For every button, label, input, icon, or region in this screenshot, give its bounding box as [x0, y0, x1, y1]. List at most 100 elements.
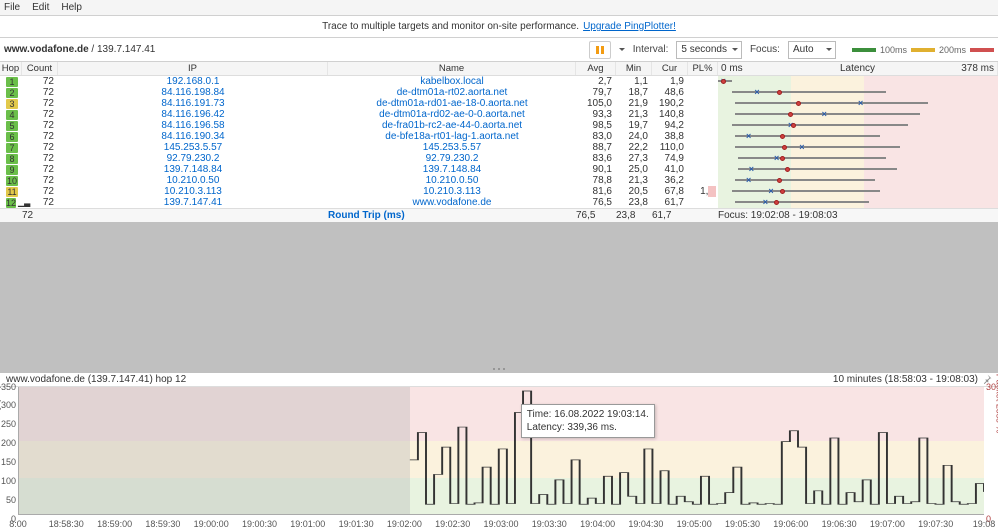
- cell-count: 72: [22, 197, 58, 208]
- x-tick: 18:59:30: [145, 519, 180, 529]
- cell-ip[interactable]: 84.116.196.42: [161, 109, 224, 120]
- cell-name[interactable]: 10.210.3.113: [423, 186, 481, 197]
- hop-badge: 6: [6, 132, 18, 142]
- cell-latency: ×: [718, 87, 998, 98]
- col-avg[interactable]: Avg: [576, 62, 616, 75]
- plot-area[interactable]: Time: 16.08.2022 19:03:14.Latency: 339,3…: [18, 387, 984, 516]
- x-axis: 8:0018:58:3018:59:0018:59:3019:00:0019:0…: [18, 515, 984, 529]
- cell-name[interactable]: 139.7.148.84: [423, 164, 481, 175]
- interval-label: Interval:: [633, 44, 669, 55]
- lat-cur-marker: ×: [754, 89, 759, 96]
- y-tick: 200: [1, 438, 16, 448]
- cell-ip[interactable]: 139.7.148.84: [164, 164, 222, 175]
- cell-name[interactable]: 92.79.230.2: [426, 153, 479, 164]
- table-row[interactable]: 27284.116.198.84de-dtm01a-rt02.aorta.net…: [0, 87, 998, 98]
- col-name[interactable]: Name: [328, 62, 576, 75]
- cell-ip[interactable]: 84.116.191.73: [161, 98, 224, 109]
- cell-avg: 105,0: [576, 98, 616, 109]
- cell-avg: 90,1: [576, 164, 616, 175]
- cell-ip[interactable]: 145.253.5.57: [164, 142, 222, 153]
- lat-cur-marker: ×: [799, 144, 804, 151]
- cell-name[interactable]: de-bfe18a-rt01-lag-1.aorta.net: [385, 131, 518, 142]
- table-row[interactable]: 772145.253.5.57145.253.5.5788,722,2110,0…: [0, 142, 998, 153]
- cell-ip[interactable]: 139.7.147.41: [164, 197, 222, 208]
- menu-help[interactable]: Help: [61, 2, 82, 13]
- cell-name[interactable]: www.vodafone.de: [413, 197, 492, 208]
- cell-name[interactable]: kabelbox.local: [420, 76, 483, 87]
- hop-badge: 8: [6, 154, 18, 164]
- table-row[interactable]: 972139.7.148.84139.7.148.8490,125,041,0×: [0, 164, 998, 175]
- cell-latency: ×: [718, 197, 998, 208]
- cell-ip[interactable]: 84.116.196.58: [161, 120, 224, 131]
- footer-cur: 61,7: [652, 210, 688, 221]
- dropdown-icon[interactable]: [619, 48, 625, 54]
- cell-name[interactable]: de-dtm01a-rd01-ae-18-0.aorta.net: [376, 98, 527, 109]
- col-latency[interactable]: Latency 0 ms378 ms: [718, 62, 998, 75]
- cell-pl: [688, 131, 718, 142]
- pause-button[interactable]: [589, 41, 611, 59]
- table-row[interactable]: 57284.116.196.58de-fra01b-rc2-ae-44-0.ao…: [0, 120, 998, 131]
- table-row[interactable]: 67284.116.190.34de-bfe18a-rt01-lag-1.aor…: [0, 131, 998, 142]
- hop-badge: 1: [6, 77, 18, 87]
- cell-min: 1,1: [616, 76, 652, 87]
- cell-ip[interactable]: 10.210.0.50: [167, 175, 220, 186]
- cell-name[interactable]: 10.210.0.50: [426, 175, 479, 186]
- cell-name[interactable]: 145.253.5.57: [423, 142, 481, 153]
- col-min[interactable]: Min: [616, 62, 652, 75]
- cell-count: 72: [22, 186, 58, 197]
- target-ip: 139.7.147.41: [97, 44, 155, 55]
- cell-avg: 83,6: [576, 153, 616, 164]
- target-toolbar: www.vodafone.de / 139.7.147.41 Interval:…: [0, 38, 998, 62]
- cell-count: 72: [22, 87, 58, 98]
- table-row[interactable]: 172192.168.0.1kabelbox.local2,71,11,9×: [0, 76, 998, 87]
- col-count[interactable]: Count: [22, 62, 58, 75]
- col-pl[interactable]: PL%: [688, 62, 718, 75]
- cell-avg: 76,5: [576, 197, 616, 208]
- lat-cur-marker: ×: [763, 199, 768, 206]
- chart-header: www.vodafone.de (139.7.147.41) hop 12 10…: [0, 373, 998, 387]
- splitter-handle[interactable]: [0, 365, 998, 373]
- spacer: [0, 222, 998, 365]
- menu-file[interactable]: File: [4, 2, 20, 13]
- table-row[interactable]: 117210.210.3.11310.210.3.11381,620,567,8…: [0, 186, 998, 197]
- lat-cur-marker: ×: [746, 133, 751, 140]
- cell-cur: 38,8: [652, 131, 688, 142]
- table-row[interactable]: 87292.79.230.292.79.230.283,627,374,9×: [0, 153, 998, 164]
- upgrade-link[interactable]: Upgrade PingPlotter!: [583, 21, 676, 32]
- footer-avg: 76,5: [576, 210, 616, 221]
- cell-ip[interactable]: 92.79.230.2: [167, 153, 220, 164]
- cell-name[interactable]: de-fra01b-rc2-ae-44-0.aorta.net: [382, 120, 522, 131]
- hop-badge: 9: [6, 165, 18, 175]
- cell-ip[interactable]: 192.168.0.1: [167, 76, 220, 87]
- cell-name[interactable]: de-dtm01a-rd02-ae-0-0.aorta.net: [379, 109, 525, 120]
- table-row[interactable]: 47284.116.196.42de-dtm01a-rd02-ae-0-0.ao…: [0, 109, 998, 120]
- cell-count: 72: [22, 76, 58, 87]
- cell-cur: 67,8: [652, 186, 688, 197]
- x-tick: 19:03:30: [532, 519, 567, 529]
- lat-bar: [735, 135, 881, 137]
- cell-min: 18,7: [616, 87, 652, 98]
- cell-ip[interactable]: 84.116.190.34: [161, 131, 224, 142]
- menu-edit[interactable]: Edit: [32, 2, 49, 13]
- cell-name[interactable]: de-dtm01a-rt02.aorta.net: [397, 87, 508, 98]
- col-ip[interactable]: IP: [58, 62, 328, 75]
- col-hop[interactable]: Hop: [0, 62, 22, 75]
- hop-badge: 7: [6, 143, 18, 153]
- cell-ip[interactable]: 84.116.198.84: [161, 87, 224, 98]
- footer-focus: Focus: 19:02:08 - 19:08:03: [718, 210, 838, 221]
- cell-cur: 41,0: [652, 164, 688, 175]
- focus-select[interactable]: Auto: [788, 41, 836, 59]
- cell-ip[interactable]: 10.210.3.113: [164, 186, 222, 197]
- target-display: www.vodafone.de / 139.7.147.41: [4, 44, 581, 55]
- cell-count: 72: [22, 98, 58, 109]
- x-tick: 19:00:30: [242, 519, 277, 529]
- col-cur[interactable]: Cur: [652, 62, 688, 75]
- table-row[interactable]: 107210.210.0.5010.210.0.5078,821,336,2×: [0, 175, 998, 186]
- table-row[interactable]: 37284.116.191.73de-dtm01a-rd01-ae-18-0.a…: [0, 98, 998, 109]
- chart-title: www.vodafone.de (139.7.147.41) hop 12: [6, 374, 186, 385]
- cell-avg: 83,0: [576, 131, 616, 142]
- table-row[interactable]: 12▁▃72139.7.147.41www.vodafone.de76,523,…: [0, 197, 998, 208]
- interval-select[interactable]: 5 seconds: [676, 41, 742, 59]
- cell-pl: [688, 76, 718, 87]
- latency-chart[interactable]: Latency (ms) 350300250200150100500 Time:…: [0, 387, 998, 529]
